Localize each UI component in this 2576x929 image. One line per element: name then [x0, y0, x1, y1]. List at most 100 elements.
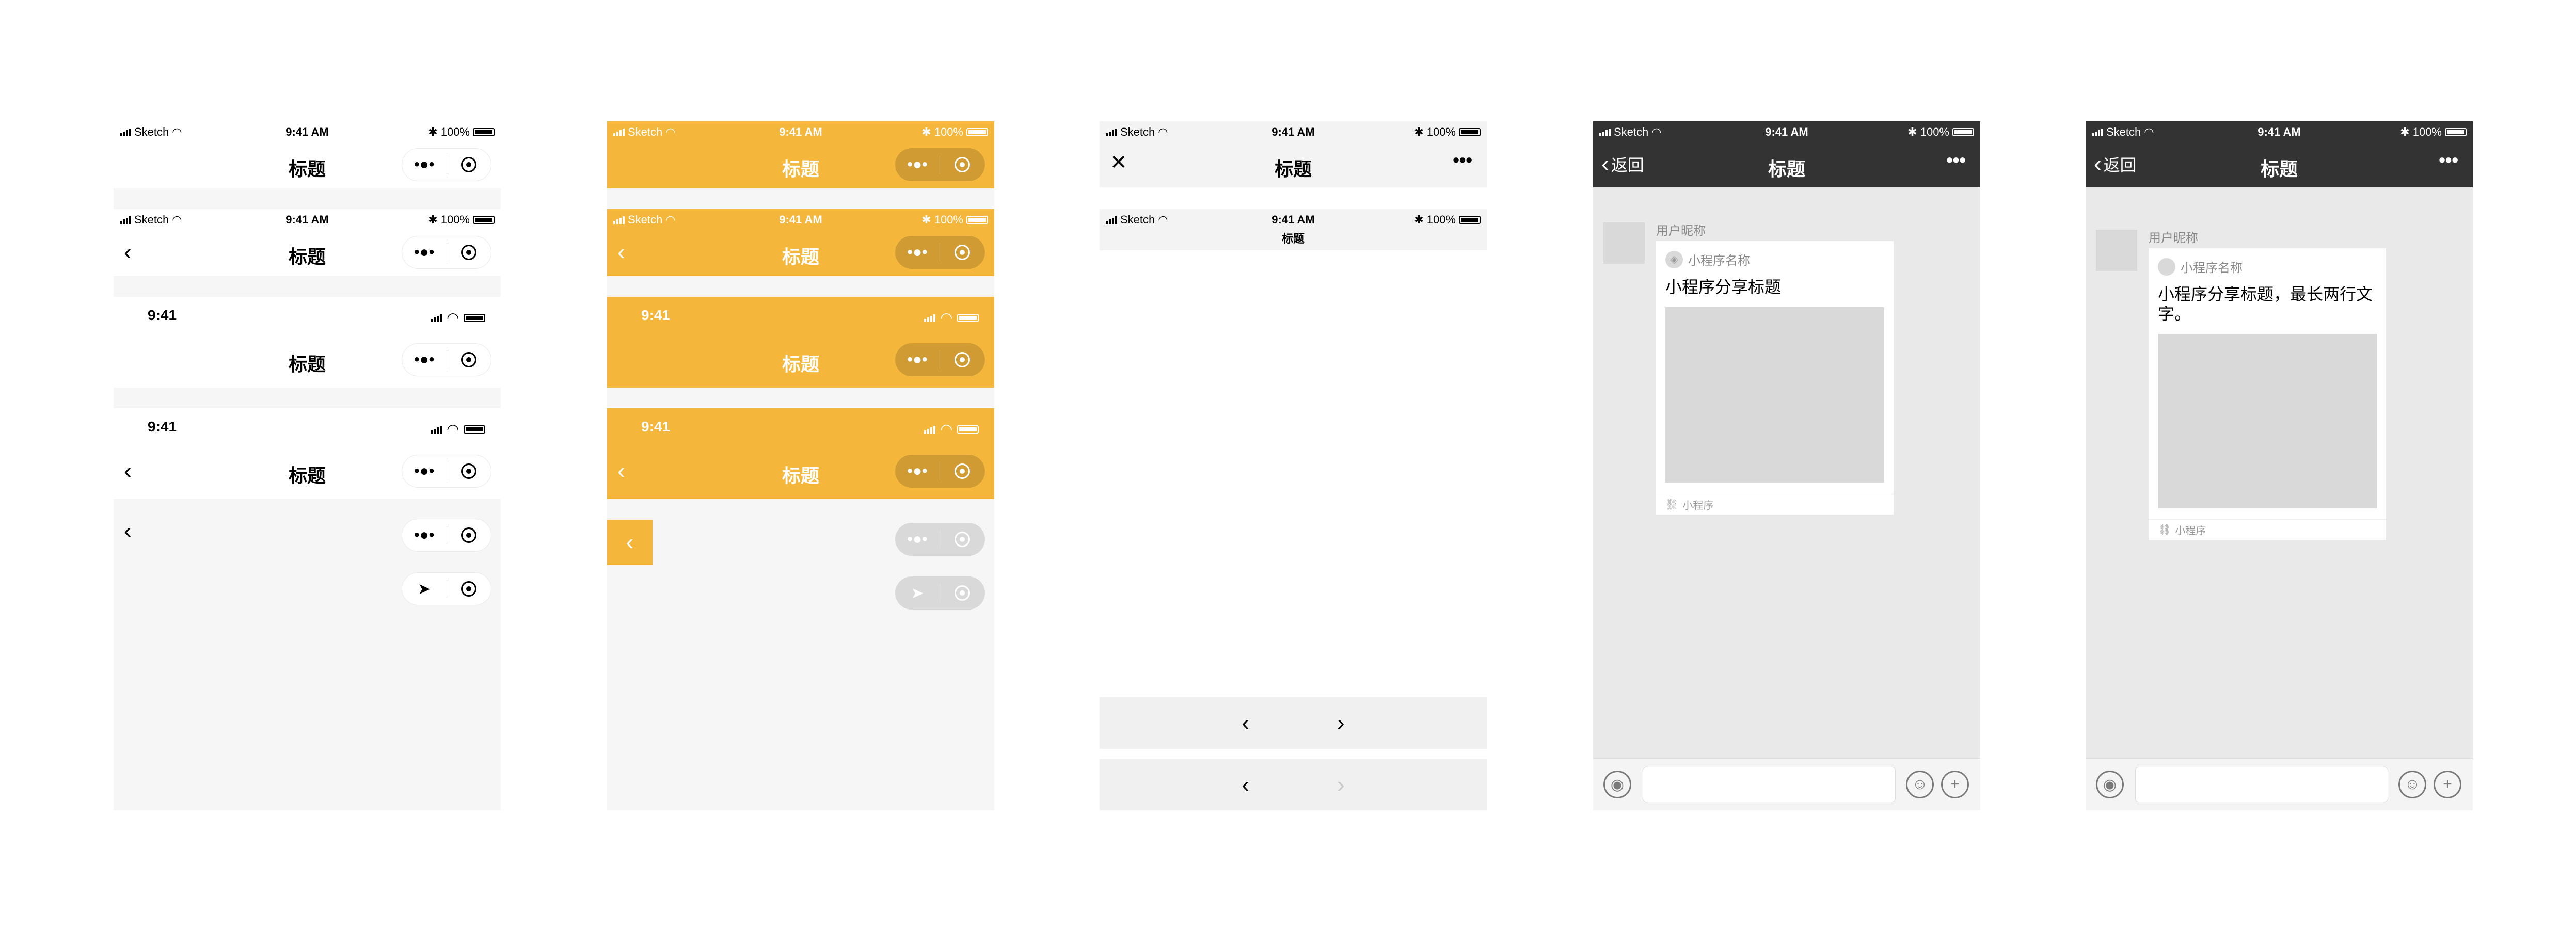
phone-frame-5: Sketch ◠ 9:41 AM ✱ 100% ‹ 返回 标题 ••• 用户昵称 小程…: [2086, 121, 2473, 810]
capsule-menu[interactable]: •●•: [402, 455, 491, 488]
back-chevron-icon[interactable]: ‹: [124, 520, 132, 542]
capsule-menu[interactable]: •●•: [895, 343, 985, 376]
chat-navbar: Sketch ◠ 9:41 AM ✱ 100% ‹ 返回 标题 •••: [1593, 121, 1980, 187]
forward-chevron-icon[interactable]: ›: [1337, 772, 1345, 798]
bluetooth-icon: ✱: [1414, 213, 1424, 226]
more-icon[interactable]: •●•: [895, 148, 940, 181]
miniprogram-logo-icon: ◈: [1665, 250, 1683, 268]
status-bar: Sketch ◠ 9:41 AM ✱ 100%: [114, 209, 501, 230]
close-miniprogram-icon[interactable]: [955, 463, 970, 479]
battery-label: 100%: [934, 213, 963, 226]
close-miniprogram-icon[interactable]: [955, 352, 970, 367]
close-miniprogram-icon[interactable]: [955, 245, 970, 260]
close-miniprogram-icon[interactable]: [461, 581, 477, 597]
more-icon[interactable]: •●•: [895, 455, 940, 488]
capsule-menu-location-disabled[interactable]: ➤: [895, 576, 985, 610]
battery-icon: [2445, 128, 2467, 136]
back-chevron-icon[interactable]: ‹: [1242, 772, 1249, 798]
plus-icon[interactable]: +: [2434, 771, 2461, 798]
bluetooth-icon: ✱: [1907, 125, 1917, 138]
navbar-variant-d: 9:41 ◠ ‹ 标题 •●•: [114, 408, 501, 499]
more-options-icon[interactable]: •••: [1453, 149, 1472, 171]
battery-label: 100%: [440, 213, 470, 226]
emoji-icon[interactable]: ☺: [1906, 771, 1934, 798]
avatar[interactable]: [1603, 222, 1645, 264]
page-title: 标题: [1274, 158, 1312, 180]
capsule-menu[interactable]: •●•: [402, 148, 491, 181]
back-chevron-icon: ‹: [626, 530, 634, 555]
voice-icon[interactable]: ◉: [2096, 771, 2124, 798]
signal-icon: [431, 314, 442, 322]
location-arrow-icon[interactable]: ➤: [402, 572, 447, 605]
capsule-menu[interactable]: •●•: [895, 148, 985, 181]
forward-chevron-icon[interactable]: ›: [1337, 710, 1345, 736]
battery-label: 100%: [934, 125, 963, 138]
app-name: 小程序名称: [1688, 254, 1750, 268]
app-name: 小程序名称: [2181, 261, 2243, 275]
capsule-menu[interactable]: •●•: [895, 236, 985, 269]
capsule-menu-location[interactable]: ➤: [402, 572, 491, 605]
back-button-square[interactable]: ‹: [607, 520, 653, 565]
phone-frame-1: Sketch ◠ 9:41 AM ✱ 100% 标题 •●• Sketch ◠ 9:4…: [114, 121, 501, 810]
capsule-menu-disabled[interactable]: •●•: [895, 523, 985, 556]
capsule-menu[interactable]: •●•: [402, 343, 491, 376]
share-image-placeholder: [1665, 307, 1884, 483]
more-icon[interactable]: •●•: [402, 343, 447, 376]
location-arrow-icon[interactable]: ➤: [895, 576, 940, 610]
more-icon[interactable]: •●•: [895, 236, 940, 269]
bluetooth-icon: ✱: [2400, 125, 2410, 138]
more-icon[interactable]: •●•: [895, 343, 940, 376]
more-icon[interactable]: •●•: [402, 236, 447, 269]
emoji-icon[interactable]: ☺: [2398, 771, 2426, 798]
close-miniprogram-icon[interactable]: [955, 157, 970, 172]
navbar-variant-a: Sketch ◠ 9:41 AM ✱ 100% 标题 •●•: [114, 121, 501, 188]
close-miniprogram-icon[interactable]: [461, 245, 477, 260]
user-nickname: 用户昵称: [1656, 224, 1706, 238]
wifi-icon: ◠: [447, 310, 458, 326]
phone-frame-2: Sketch ◠ 9:41 AM ✱ 100% 标题 •●• Sketch ◠ 9:4…: [607, 121, 994, 810]
webview-navbar: Sketch ◠ 9:41 AM ✱ 100% ✕ 标题 •••: [1100, 121, 1487, 187]
link-icon: ⛓: [2158, 524, 2171, 536]
battery-icon: [966, 216, 988, 224]
close-miniprogram-icon[interactable]: [461, 157, 477, 172]
bluetooth-icon: ✱: [921, 125, 931, 138]
plus-icon[interactable]: +: [1941, 771, 1969, 798]
avatar[interactable]: [2096, 230, 2137, 271]
navbar-variant-b: Sketch ◠ 9:41 AM ✱ 100% ‹ 标题 •●•: [607, 209, 994, 276]
battery-label: 100%: [2412, 125, 2442, 138]
more-options-icon[interactable]: •••: [2439, 149, 2458, 171]
more-icon[interactable]: •●•: [402, 148, 447, 181]
navbar-variant-b: Sketch ◠ 9:41 AM ✱ 100% ‹ 标题 •●•: [114, 209, 501, 276]
chat-input[interactable]: [1643, 767, 1896, 802]
more-icon[interactable]: •●•: [895, 523, 940, 556]
more-icon[interactable]: •●•: [402, 455, 447, 488]
close-miniprogram-icon[interactable]: [461, 352, 477, 367]
card-footer-label: 小程序: [2175, 525, 2206, 537]
signal-icon: [431, 425, 442, 434]
webview-navbar-compact: Sketch ◠ 9:41 AM ✱ 100% 标题: [1100, 209, 1487, 250]
more-icon[interactable]: •●•: [402, 519, 447, 552]
chat-input[interactable]: [2135, 767, 2388, 802]
phone-frame-3: Sketch ◠ 9:41 AM ✱ 100% ✕ 标题 ••• Sketch ◠ 9…: [1100, 121, 1487, 810]
status-bar: 9:41 ◠: [114, 408, 501, 439]
status-bar: Sketch ◠ 9:41 AM ✱ 100%: [1593, 121, 1980, 142]
back-chevron-icon[interactable]: ‹: [1242, 710, 1249, 736]
close-miniprogram-icon[interactable]: [461, 527, 477, 543]
voice-icon[interactable]: ◉: [1603, 771, 1631, 798]
capsule-menu[interactable]: •●•: [402, 519, 491, 552]
close-miniprogram-icon[interactable]: [955, 585, 970, 601]
close-miniprogram-icon[interactable]: [955, 532, 970, 547]
more-options-icon[interactable]: •••: [1946, 149, 1966, 171]
capsule-menu[interactable]: •●•: [895, 455, 985, 488]
capsule-menu[interactable]: •●•: [402, 236, 491, 269]
page-title-small: 标题: [1281, 232, 1305, 245]
share-card[interactable]: ◈ 小程序名称 小程序分享标题 ⛓ 小程序: [1656, 241, 1894, 515]
phone-frame-4: Sketch ◠ 9:41 AM ✱ 100% ‹ 返回 标题 ••• 用户昵称 ◈ 小…: [1593, 121, 1980, 810]
status-bar: Sketch ◠ 9:41 AM ✱ 100%: [1100, 209, 1487, 230]
share-card[interactable]: 小程序名称 小程序分享标题，最长两行文字。 ⛓ 小程序: [2149, 248, 2386, 540]
wifi-icon: ◠: [941, 310, 952, 326]
page-title: 标题: [2260, 158, 2298, 180]
close-miniprogram-icon[interactable]: [461, 463, 477, 479]
status-bar: 9:41 ◠: [607, 408, 994, 439]
navbar-variant-c: 9:41 ◠ 标题 •●•: [114, 297, 501, 388]
